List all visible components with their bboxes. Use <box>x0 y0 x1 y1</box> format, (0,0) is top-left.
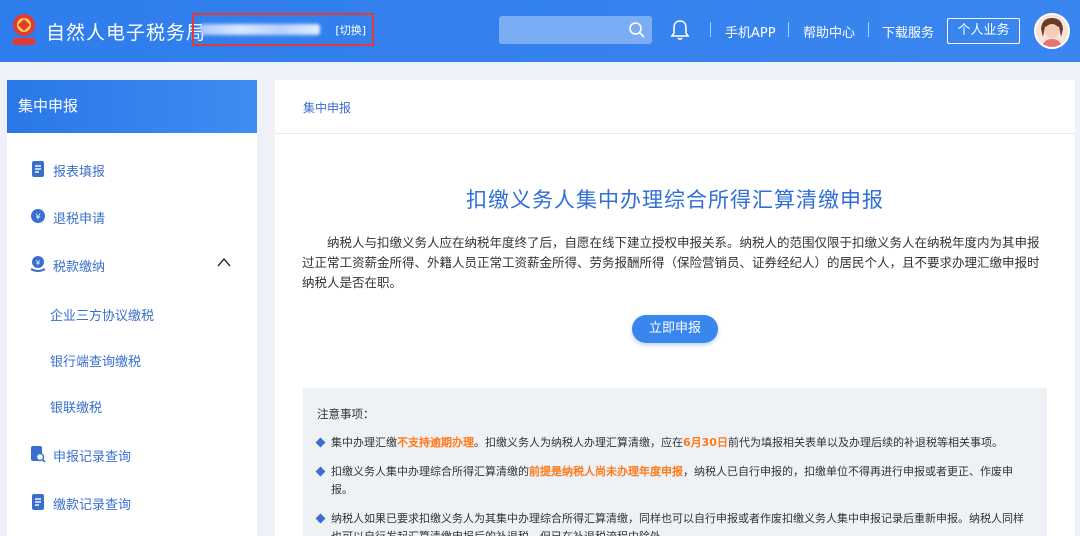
sidebar-item-label: 缴款记录查询 <box>53 498 132 513</box>
site-title[interactable]: 自然人电子税务局 <box>46 18 206 45</box>
notice-highlight: 前提是纳税人尚未办理年度申报 <box>529 465 683 478</box>
record-search-icon <box>31 446 46 463</box>
notice-item: 纳税人如果已要求扣缴义务人为其集中办理综合所得汇算清缴，同样也可以自行申报或者作… <box>315 510 1033 536</box>
notice-highlight: 不支持逾期办理 <box>397 436 474 449</box>
notice-text: 扣缴义务人集中办理综合所得汇算清缴的 <box>331 465 529 478</box>
search-input[interactable] <box>499 16 652 44</box>
sidebar-item-form-fill[interactable]: 报表填报 <box>7 158 257 182</box>
notice-item: 扣缴义务人集中办理综合所得汇算清缴的前提是纳税人尚未办理年度申报，纳税人已自行申… <box>315 463 1033 499</box>
sidebar-item-declaration-records[interactable]: 申报记录查询 <box>7 443 257 467</box>
nav-help-center[interactable]: 帮助中心 <box>803 22 855 41</box>
sidebar: 集中申报 报表填报 ¥ 退税申请 ¥ 税款缴纳 企业三方协议缴税 银行端查询缴税… <box>7 80 257 536</box>
sidebar-subitem-unionpay-payment[interactable]: 银联缴税 <box>50 397 102 416</box>
switch-identity-link[interactable]: [切换] <box>335 22 366 38</box>
sidebar-item-payment-records[interactable]: 缴款记录查询 <box>7 491 257 515</box>
breadcrumb[interactable]: 集中申报 <box>303 99 351 116</box>
notice-highlight: 6月30日 <box>683 436 728 449</box>
current-user-box: [切换] <box>192 13 374 46</box>
sidebar-item-refund[interactable]: ¥ 退税申请 <box>7 205 257 229</box>
sidebar-item-label: 报表填报 <box>53 165 106 180</box>
diamond-bullet-icon <box>315 513 326 524</box>
description-text: 纳税人与扣缴义务人应在纳税年度终了后，自愿在线下建立授权申报关系。纳税人的范围仅… <box>302 235 1040 290</box>
form-icon <box>32 161 44 177</box>
chevron-up-icon[interactable] <box>217 257 231 267</box>
user-avatar-icon <box>1036 15 1068 47</box>
sidebar-item-label: 税款缴纳 <box>53 260 106 275</box>
avatar[interactable] <box>1034 13 1070 49</box>
notice-title: 注意事项： <box>317 407 375 421</box>
bell-icon[interactable] <box>670 19 690 41</box>
personal-business-button[interactable]: 个人业务 <box>947 18 1020 44</box>
nav-divider <box>788 22 789 37</box>
sidebar-item-label: 申报记录查询 <box>53 450 132 465</box>
notice-text: 前代为填报相关表单以及办理后续的补退税等相关事项。 <box>727 436 1003 449</box>
top-header: 自然人电子税务局 [切换] 手机APP 帮助中心 下载服务 个人业务 <box>0 0 1080 62</box>
notice-text: 纳税人如果已要求扣缴义务人为其集中办理综合所得汇算清缴，同样也可以自行申报或者作… <box>331 512 1024 536</box>
diamond-bullet-icon <box>315 466 326 477</box>
nav-divider <box>868 22 869 37</box>
tax-emblem-icon[interactable] <box>10 12 38 48</box>
blurred-user-name <box>200 24 320 35</box>
sidebar-item-tax-payment[interactable]: ¥ 税款缴纳 <box>7 253 257 277</box>
declare-now-button[interactable]: 立即申报 <box>632 315 718 343</box>
main-panel: 集中申报 扣缴义务人集中办理综合所得汇算清缴申报 纳税人与扣缴义务人应在纳税年度… <box>275 80 1075 536</box>
payment-icon: ¥ <box>30 256 46 272</box>
search-icon[interactable] <box>628 21 646 39</box>
notice-text: 。扣缴义务人为纳税人办理汇算清缴，应在 <box>474 436 683 449</box>
notice-box: 注意事项： 集中办理汇缴不支持逾期办理。扣缴义务人为纳税人办理汇算清缴，应在6月… <box>303 388 1047 536</box>
sidebar-subitem-tripartite-payment[interactable]: 企业三方协议缴税 <box>50 305 154 324</box>
nav-download[interactable]: 下载服务 <box>882 22 934 41</box>
payment-record-icon <box>32 494 44 510</box>
svg-text:¥: ¥ <box>35 213 40 222</box>
notice-text: 集中办理汇缴 <box>331 436 397 449</box>
diamond-bullet-icon <box>315 437 326 448</box>
sidebar-title[interactable]: 集中申报 <box>7 80 257 133</box>
nav-mobile-app[interactable]: 手机APP <box>725 22 776 41</box>
page-title: 扣缴义务人集中办理综合所得汇算清缴申报 <box>466 188 884 212</box>
nav-divider <box>710 22 711 37</box>
sidebar-item-label: 退税申请 <box>53 212 106 227</box>
sidebar-subitem-bank-payment[interactable]: 银行端查询缴税 <box>50 351 141 370</box>
notice-item: 集中办理汇缴不支持逾期办理。扣缴义务人为纳税人办理汇算清缴，应在6月30日前代为… <box>315 434 1033 452</box>
header-divider <box>275 133 1075 134</box>
refund-icon: ¥ <box>31 209 45 223</box>
svg-text:¥: ¥ <box>36 259 41 267</box>
